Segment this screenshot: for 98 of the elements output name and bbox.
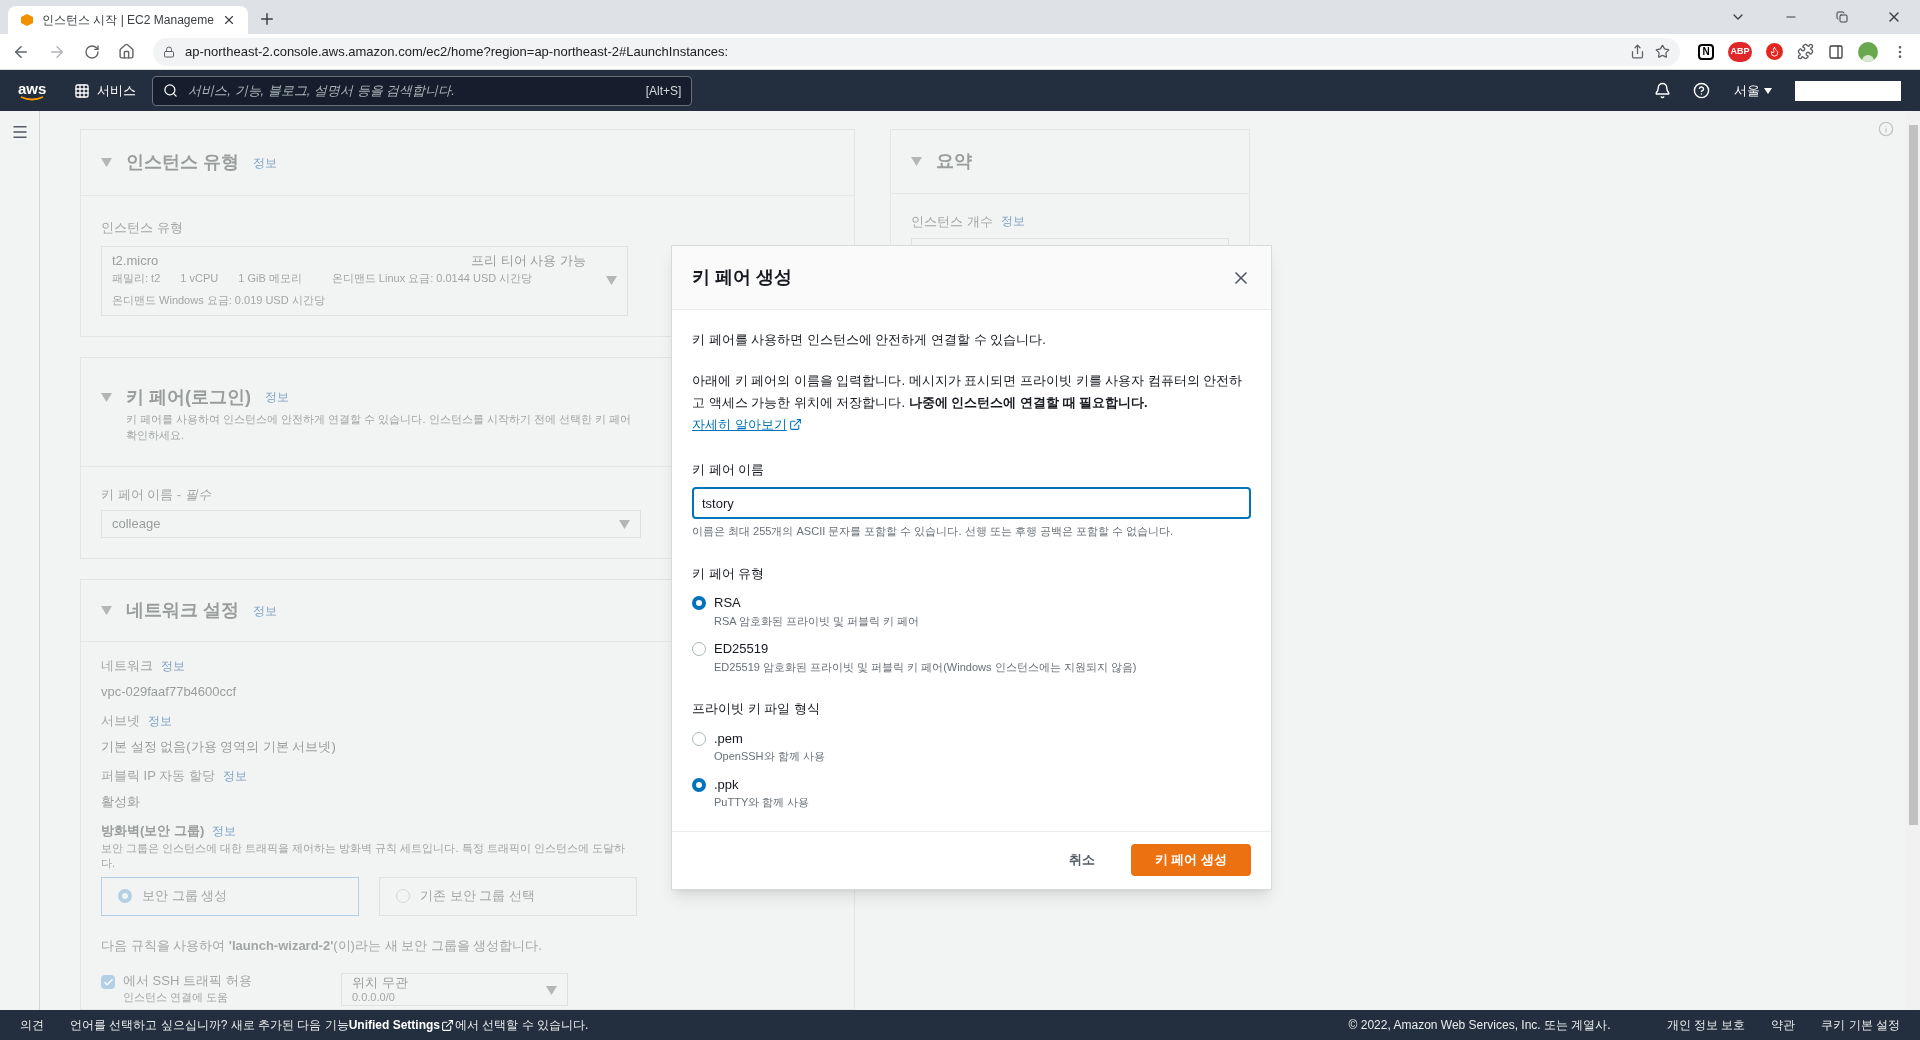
search-field[interactable]: 서비스, 기능, 블로그, 설명서 등을 검색합니다. [Alt+S]	[152, 75, 693, 106]
radio-button[interactable]	[692, 642, 706, 656]
instance-family: 패밀리: t2	[112, 271, 161, 286]
lock-icon	[163, 45, 175, 58]
close-tab-icon[interactable]	[222, 13, 236, 27]
search-icon	[163, 83, 179, 98]
subsection-description: 다.	[101, 855, 116, 871]
field-label: 서브넷	[101, 712, 140, 730]
footer-link[interactable]: 쿠키 기본 설정	[1821, 1016, 1900, 1034]
new-tab-icon[interactable]	[258, 10, 276, 28]
field-hint: 이름은 최대 255개의 ASCII 문자를 포함할 수 있습니다. 선행 또는 후행 공백은 포함할 수 없습니다.	[692, 524, 1173, 539]
radio-description: ED25519 암호화된 프라이빗 및 퍼블릭 키 페어(Windows 인스턴스에는 지원되지 않음)	[714, 659, 1137, 675]
url-text: ap-northeast-2.console.aws.amazon.com/ec2/home?region=ap-northeast-2#LaunchInstances:	[185, 42, 730, 61]
browser-tab[interactable]: 인스턴스 시작 | EC2 Manageme	[8, 6, 248, 34]
section-description: 키 페어를 사용하여 인스턴스에 안전하게 연결할 수 있습니다. 인스턴스를 시작하기 전에 선택한 키 페어	[126, 411, 631, 427]
radio-button[interactable]	[692, 731, 706, 746]
radio-label: 기존 보안 그룹 선택	[420, 887, 535, 906]
feedback-link[interactable]: 의견	[20, 1016, 44, 1034]
shortcut-hint: [Alt+S]	[645, 82, 682, 100]
menu-icon[interactable]	[10, 123, 29, 141]
field-value: 활성화	[101, 792, 140, 811]
unified-settings-link[interactable]: Unified Settings	[348, 1016, 441, 1034]
footer-link[interactable]: 약관	[1771, 1016, 1796, 1034]
help-icon[interactable]	[1693, 82, 1710, 99]
instance-vcpu: 1 vCPU	[180, 271, 219, 286]
radio-label: .ppk	[714, 775, 739, 794]
caret-icon	[1764, 87, 1772, 94]
extension-icon[interactable]: ABP	[1728, 41, 1752, 62]
grid-icon	[74, 82, 91, 99]
dialog-instructions: 아래에 키 페어의 이름을 입력합니다. 메시지가 표시되면 프라이빗 키를 사용자 컴퓨터의 안전하고 액세스 가능한 위치에 저장합니다. 나중에 인스턴스에 연결할 때 필요합니다. 자세히 알아보기	[692, 369, 1251, 436]
services-button[interactable]: 서비스	[74, 80, 137, 101]
section-description: 확인하세요.	[126, 428, 185, 443]
radio-label: ED25519	[714, 640, 769, 658]
subsection-title: 방화벽(보안 그룹)	[101, 822, 205, 840]
field-value: 기본 설정 없음(가용 영역의 기본 서브넷)	[101, 737, 336, 756]
reload-icon[interactable]	[84, 43, 100, 60]
language-notice-text: 언어를 선택하고 싶으십니까? 새로 추가된 다음 기능	[70, 1017, 349, 1034]
radio-button[interactable]	[692, 777, 706, 792]
aws-logo[interactable]: aws	[18, 80, 47, 96]
instance-memory: 1 GiB 메모리	[238, 271, 302, 286]
bookmark-icon[interactable]	[1655, 44, 1670, 59]
search-input: 서비스, 기능, 블로그, 설명서 등을 검색합니다.	[188, 80, 636, 101]
side-panel-icon[interactable]	[1828, 43, 1844, 60]
learn-more-link[interactable]: 자세히 알아보기	[692, 413, 802, 436]
field-label: 프라이빗 키 파일 형식	[692, 700, 820, 718]
cancel-button[interactable]: 취소	[1052, 844, 1111, 876]
home-icon[interactable]	[118, 43, 135, 60]
radio-label: .pem	[714, 729, 743, 748]
subsection-description: 보안 그룹은 인스턴스에 대한 트래픽을 제어하는 방화벽 규칙 세트입니다. 특정 트래픽이 인스턴스에 도달하	[101, 840, 625, 856]
create-key-pair-button[interactable]: 키 페어 생성	[1130, 844, 1251, 876]
share-icon[interactable]	[1630, 44, 1645, 59]
dialog-intro: 키 페어를 사용하면 인스턴스에 안전하게 연결할 수 있습니다.	[692, 331, 1046, 349]
checkbox-hint: 인스턴스 연결에 도움	[123, 990, 229, 1005]
extension-icon[interactable]: N	[1698, 43, 1714, 60]
flame-icon[interactable]	[1766, 43, 1783, 60]
extensions-icon[interactable]	[1797, 43, 1814, 60]
field-label: 키 페어 이름 - 필수	[101, 485, 211, 504]
restore-icon[interactable]	[1836, 11, 1848, 23]
checkbox-label: 에서 SSH 트래픽 허용	[123, 973, 252, 989]
radio-description: OpenSSH와 함께 사용	[714, 749, 825, 764]
cidr-text: 0.0.0.0/0	[352, 990, 395, 1005]
field-label: 키 페어 유형	[692, 564, 765, 583]
region-selector[interactable]: 서울	[1734, 80, 1772, 101]
language-notice-suffix: 에서 선택할 수 있습니다.	[455, 1017, 589, 1034]
instance-name: t2.micro	[112, 251, 159, 270]
account-menu[interactable]	[1794, 79, 1902, 102]
radio-description: PuTTY와 함께 사용	[714, 795, 810, 810]
section-title: 네트워크 설정	[126, 599, 239, 622]
free-tier-label: 프리 티어 사용 가능	[471, 251, 586, 270]
field-label: 인스턴스 개수	[911, 213, 993, 231]
rule-note: 다음 규칙을 사용하여 'launch-wizard-2'(이)라는 새 보안 그룹을 생성합니다.	[101, 936, 542, 955]
field-label: 키 페어 이름	[692, 460, 765, 479]
linux-price: 온디맨드 Linux 요금: 0.0144 USD 시간당	[331, 271, 533, 286]
copyright-text: © 2022, Amazon Web Services, Inc. 또는 계열사.	[1348, 1017, 1611, 1034]
field-label: 네트워크	[101, 657, 153, 675]
tab-title: 인스턴스 시작 | EC2 Manageme	[42, 12, 214, 29]
external-link-icon	[788, 418, 802, 431]
section-title: 인스턴스 유형	[126, 151, 239, 174]
field-label: 퍼블릭 IP 자동 할당	[101, 767, 215, 785]
cube-icon	[20, 13, 34, 27]
radio-label: 보안 그룹 생성	[142, 887, 228, 906]
dialog-title: 키 페어 생성	[692, 266, 792, 289]
smile-icon	[20, 95, 45, 101]
radio-button[interactable]	[692, 596, 706, 610]
section-title: 키 페어(로그인)	[126, 385, 251, 409]
notifications-icon[interactable]	[1654, 82, 1671, 99]
radio-label: RSA	[714, 594, 741, 612]
footer-link[interactable]: 개인 정보 보호	[1666, 1016, 1746, 1034]
external-link-icon	[441, 1018, 455, 1032]
field-label: 인스턴스 유형	[101, 219, 183, 237]
radio-description: RSA 암호화된 프라이빗 및 퍼블릭 키 페어	[714, 613, 920, 629]
avatar-icon[interactable]	[1858, 41, 1878, 62]
address-bar[interactable]: ap-northeast-2.console.aws.amazon.com/ec2/home?region=ap-northeast-2#LaunchInstances:	[153, 37, 1680, 66]
key-pair-name-field[interactable]: tstory	[692, 487, 1251, 519]
checkbox[interactable]	[101, 975, 115, 989]
field-value: vpc-029faaf77b4600ccf	[101, 682, 237, 701]
section-title: 요약	[936, 150, 972, 173]
windows-price: 온디맨드 Windows 요금: 0.019 USD 시간당	[112, 293, 325, 306]
